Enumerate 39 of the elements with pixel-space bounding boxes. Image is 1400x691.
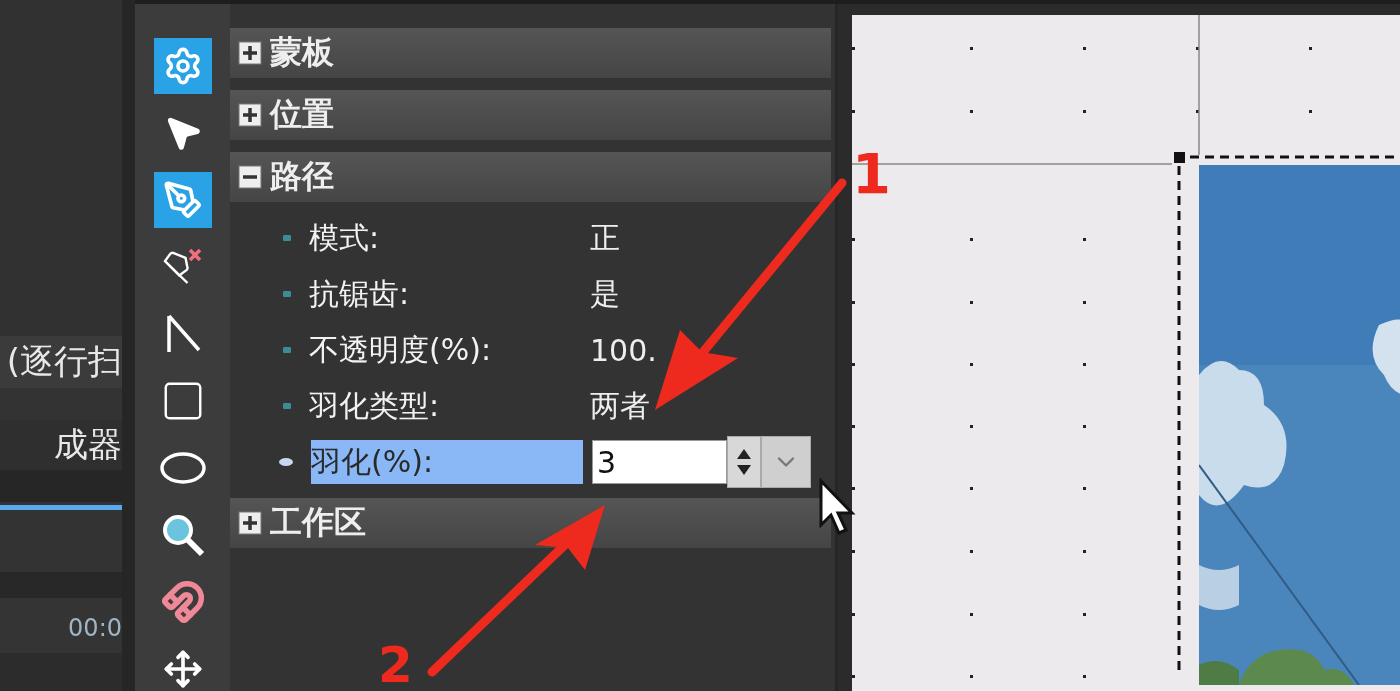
row-bullet — [283, 347, 291, 353]
property-label[interactable]: 羽化类型: — [309, 384, 581, 428]
spin-button[interactable] — [727, 436, 761, 488]
move-icon — [162, 649, 203, 689]
property-label[interactable]: 抗锯齿: — [309, 272, 581, 316]
up-arrow-icon — [737, 449, 751, 459]
row-bullet — [283, 235, 291, 241]
property-value: 100. — [590, 332, 657, 368]
section-title: 工作区 — [270, 502, 366, 543]
row-bullet — [283, 291, 291, 297]
panel-text: (逐行扫 — [6, 340, 122, 383]
row-bullet — [279, 458, 293, 466]
section-title: 路径 — [270, 156, 334, 197]
collapse-icon[interactable] — [238, 165, 262, 189]
panel-text: 成器 — [54, 423, 122, 466]
value-input-field[interactable]: 3 — [592, 440, 727, 484]
property-label[interactable]: 模式: — [309, 216, 581, 260]
ellipse-icon — [158, 451, 207, 485]
annotation-number: 2 — [378, 640, 413, 690]
timecode: 00:0 — [68, 612, 122, 642]
expand-icon[interactable] — [238, 41, 262, 65]
down-arrow-icon — [737, 465, 751, 475]
section-title: 蒙板 — [270, 32, 334, 73]
section-header[interactable]: 位置 — [230, 90, 831, 140]
property-value: 正 — [590, 218, 620, 257]
expand-icon[interactable] — [238, 103, 262, 127]
mouse-cursor-icon — [818, 478, 856, 536]
pen-icon — [162, 180, 203, 220]
property-value: 两者 — [590, 386, 650, 425]
section-header[interactable]: 路径 — [230, 152, 831, 202]
property-value: 是 — [590, 274, 620, 313]
magnet-icon — [160, 580, 205, 624]
row-bullet — [283, 403, 291, 409]
property-label[interactable]: 不透明度(%): — [309, 328, 581, 372]
section-title: 位置 — [270, 94, 334, 135]
property-label[interactable]: 羽化(%): — [311, 440, 583, 484]
expand-icon[interactable] — [238, 511, 262, 535]
section-header[interactable]: 蒙板 — [230, 28, 831, 78]
annotation-number: 1 — [852, 146, 891, 202]
